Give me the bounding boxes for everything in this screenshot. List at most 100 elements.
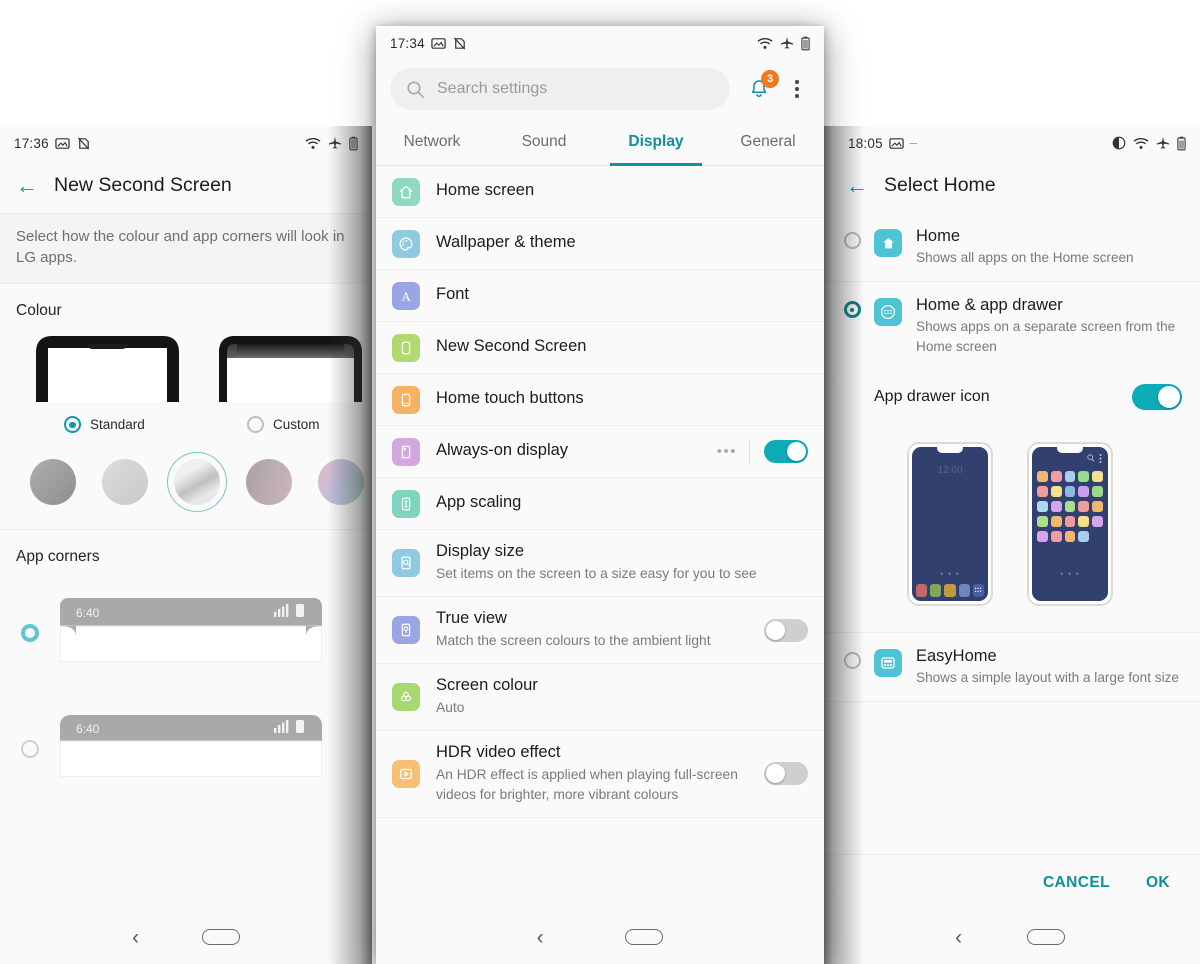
right-status-bar: 18:05 – bbox=[820, 126, 1200, 160]
swatch-silver-gradient[interactable] bbox=[167, 452, 227, 513]
screen-colour-icon bbox=[392, 683, 420, 712]
colour-option-custom[interactable]: Custom bbox=[213, 336, 368, 434]
notification-bell-button[interactable]: 3 bbox=[744, 70, 779, 104]
tab-network[interactable]: Network bbox=[376, 120, 488, 165]
app-scaling-icon bbox=[392, 489, 420, 518]
hdr-video-effect-toggle[interactable] bbox=[764, 762, 808, 786]
list-item-title: Font bbox=[436, 285, 470, 304]
back-icon[interactable]: ‹ bbox=[537, 927, 544, 948]
always-on-display-toggle[interactable] bbox=[764, 440, 808, 463]
notification-badge: 3 bbox=[761, 70, 779, 88]
cancel-button[interactable]: CANCEL bbox=[1043, 874, 1110, 892]
center-phone-panel: 17:34 Search settings 3 Network Sound Di… bbox=[376, 26, 824, 964]
ellipsis-icon[interactable]: ••• bbox=[717, 443, 737, 460]
radio-row-standard[interactable]: Standard bbox=[30, 416, 185, 434]
back-arrow-icon[interactable]: ← bbox=[16, 174, 38, 197]
tab-display[interactable]: Display bbox=[600, 120, 712, 166]
swatch-grey-light[interactable] bbox=[102, 459, 148, 506]
list-item-screen-colour[interactable]: Screen colour Auto bbox=[376, 664, 824, 732]
airplane-icon bbox=[328, 136, 342, 150]
app-corner-option-rounded[interactable]: 6:40 bbox=[0, 568, 372, 667]
back-arrow-icon[interactable]: ← bbox=[846, 174, 868, 197]
radio-col-home-app-drawer[interactable] bbox=[830, 296, 874, 319]
radio-home-app-drawer[interactable] bbox=[843, 301, 861, 319]
list-item-subtitle: Set items on the screen to a size easy f… bbox=[436, 566, 757, 582]
back-icon[interactable]: ‹ bbox=[955, 927, 962, 948]
right-nav-bar: ‹ bbox=[820, 910, 1200, 964]
radio-corner-rounded-wrap[interactable] bbox=[0, 623, 60, 642]
app-drawer-icon-row[interactable]: App drawer icon bbox=[820, 370, 1200, 424]
image-icon bbox=[55, 136, 70, 151]
touch-buttons-icon bbox=[392, 385, 420, 414]
list-item-title: Screen colour bbox=[436, 676, 538, 695]
preview-top-icons bbox=[1087, 453, 1102, 465]
tab-sound[interactable]: Sound bbox=[488, 120, 600, 165]
radio-corner-square-wrap[interactable] bbox=[0, 739, 60, 758]
list-item-home-screen[interactable]: Home screen bbox=[376, 166, 824, 218]
list-item-title: True view bbox=[436, 609, 507, 628]
center-nav-bar: ‹ bbox=[376, 910, 824, 964]
list-item-new-second-screen[interactable]: New Second Screen bbox=[376, 322, 824, 374]
swatch-grey-dark[interactable] bbox=[30, 459, 76, 506]
home-pill-icon[interactable] bbox=[201, 929, 240, 945]
home-screen-preview[interactable]: 12:00 • • • bbox=[907, 441, 993, 606]
corner-preview-rounded: 6:40 bbox=[59, 598, 323, 667]
radio-home[interactable] bbox=[843, 232, 861, 249]
list-item-hdr-video-effect[interactable]: HDR video effect An HDR effect is applie… bbox=[376, 731, 824, 818]
image-icon bbox=[431, 36, 446, 51]
no-sim-icon bbox=[76, 136, 91, 151]
airplane-icon bbox=[780, 36, 794, 50]
list-item-always-on-display[interactable]: Always-on display ••• bbox=[376, 426, 824, 478]
app-corner-option-square[interactable]: 6:40 bbox=[0, 667, 372, 782]
home-app-drawer-option-row[interactable]: Home & app drawer Shows apps on a separa… bbox=[820, 282, 1200, 370]
radio-standard[interactable] bbox=[64, 416, 81, 434]
battery-icon bbox=[801, 36, 810, 51]
swatch-rose-grey[interactable] bbox=[246, 459, 292, 506]
list-item-title: Display size bbox=[436, 542, 525, 560]
wifi-icon bbox=[757, 37, 773, 50]
tab-general[interactable]: General bbox=[712, 120, 824, 165]
radio-corner-square[interactable] bbox=[21, 739, 39, 758]
list-item-true-view[interactable]: True view Match the screen colours to th… bbox=[376, 597, 824, 665]
airplane-icon bbox=[1156, 136, 1170, 150]
radio-col-home[interactable] bbox=[830, 227, 874, 249]
colour-option-standard[interactable]: Standard bbox=[30, 336, 185, 434]
home-pill-icon[interactable] bbox=[1026, 929, 1065, 945]
app-drawer-preview[interactable]: • • • bbox=[1027, 441, 1113, 606]
list-item-display-size[interactable]: Display size Set items on the screen to … bbox=[376, 530, 824, 598]
ok-button[interactable]: OK bbox=[1146, 874, 1170, 892]
app-drawer-icon-toggle[interactable] bbox=[1132, 383, 1182, 410]
list-item-title: Home screen bbox=[436, 181, 535, 200]
svg-text:6:40: 6:40 bbox=[76, 722, 100, 736]
home-pill-icon[interactable] bbox=[625, 929, 664, 945]
list-item-title: HDR video effect bbox=[436, 743, 561, 762]
left-phone-panel: 17:36 ← New Second Screen Select how the… bbox=[0, 126, 372, 964]
home-option-desc: Shows all apps on the Home screen bbox=[916, 250, 1134, 265]
radio-corner-rounded[interactable] bbox=[21, 623, 39, 642]
left-status-time: 17:36 bbox=[14, 135, 49, 151]
list-item-font[interactable]: A Font bbox=[376, 270, 824, 322]
left-app-bar: ← New Second Screen bbox=[0, 160, 372, 213]
page-title: New Second Screen bbox=[54, 174, 232, 196]
list-item-title: Always-on display bbox=[436, 441, 569, 460]
easyhome-option-row[interactable]: EasyHome Shows a simple layout with a la… bbox=[820, 631, 1200, 703]
true-view-icon bbox=[392, 616, 420, 645]
preview-notch bbox=[1057, 446, 1083, 453]
search-icon bbox=[1087, 454, 1095, 464]
list-item-app-scaling[interactable]: App scaling bbox=[376, 478, 824, 530]
radio-row-custom[interactable]: Custom bbox=[213, 416, 368, 434]
true-view-toggle[interactable] bbox=[764, 618, 808, 642]
home-option-row[interactable]: Home Shows all apps on the Home screen bbox=[820, 213, 1200, 283]
search-input[interactable]: Search settings bbox=[390, 68, 730, 110]
list-item-title: Wallpaper & theme bbox=[436, 233, 576, 252]
radio-easyhome[interactable] bbox=[843, 651, 861, 669]
back-icon[interactable]: ‹ bbox=[132, 927, 139, 948]
swatch-rainbow[interactable] bbox=[318, 459, 364, 506]
list-item-home-touch-buttons[interactable]: Home touch buttons bbox=[376, 374, 824, 426]
battery-icon bbox=[349, 136, 358, 151]
radio-col-easyhome[interactable] bbox=[830, 647, 874, 669]
preview-app-drawer-button bbox=[972, 583, 985, 597]
list-item-wallpaper-theme[interactable]: Wallpaper & theme bbox=[376, 218, 824, 270]
kebab-menu-icon[interactable] bbox=[784, 80, 810, 98]
radio-custom[interactable] bbox=[247, 416, 264, 434]
